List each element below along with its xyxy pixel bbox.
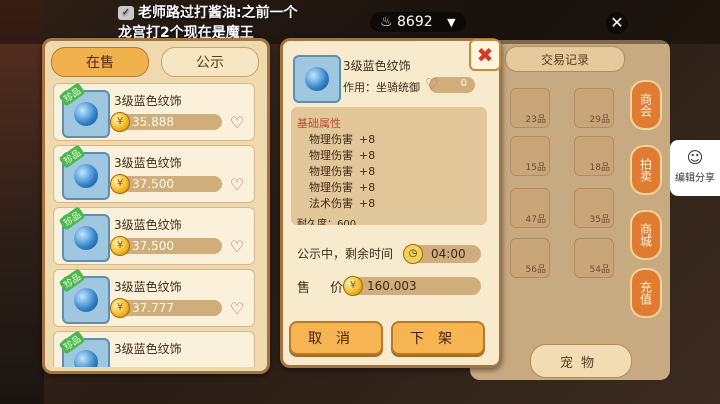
unlist-button[interactable]: 下架 bbox=[391, 321, 485, 355]
attribute-title: 基础属性 bbox=[297, 117, 341, 130]
blue-gem-icon bbox=[305, 67, 329, 91]
left-menu-strip bbox=[0, 0, 44, 404]
price-bar: ¥35.888 bbox=[110, 112, 222, 132]
item-icon: 珍品 bbox=[58, 144, 110, 200]
list-item[interactable]: 珍品 3级蓝色纹饰 ¥37.500 ♡ bbox=[53, 206, 255, 265]
list-item[interactable]: 珍品 3级蓝色纹饰 bbox=[53, 330, 255, 367]
favorite-count: 0 bbox=[460, 78, 467, 89]
side-tab-auction[interactable]: 拍卖 bbox=[630, 145, 662, 195]
attribute-line: 物理伤害 +8 bbox=[309, 133, 376, 146]
listing-items: 珍品 3级蓝色纹饰 ¥35.888 ♡ 珍品 3级蓝色纹饰 ¥37.500 ♡ … bbox=[53, 83, 259, 367]
blue-gem-icon bbox=[74, 350, 98, 367]
inventory-tile[interactable]: 18品 bbox=[574, 136, 614, 176]
attribute-line: 物理伤害 +8 bbox=[309, 149, 376, 162]
attribute-box: 基础属性 物理伤害 +8 物理伤害 +8 物理伤害 +8 物理伤害 +8 法术伤害 +8 … bbox=[291, 107, 487, 225]
item-icon: 珍品 bbox=[58, 206, 110, 262]
coin-icon: ¥ bbox=[110, 298, 130, 318]
detail-item-name: 3级蓝色纹饰 bbox=[343, 59, 411, 73]
favorite-counter[interactable]: ♡ 0 bbox=[425, 75, 475, 93]
inventory-tile[interactable]: 35品 bbox=[574, 188, 614, 228]
attribute-line: 物理伤害 +8 bbox=[309, 181, 376, 194]
edit-share-label: 编辑分享 bbox=[675, 173, 715, 184]
coin-icon: ¥ bbox=[110, 112, 130, 132]
heart-icon: ♡ bbox=[425, 75, 439, 93]
heart-icon[interactable]: ♡ bbox=[228, 300, 246, 318]
clock-icon: ◷ bbox=[403, 244, 423, 264]
side-tab-guild[interactable]: 商会 bbox=[630, 80, 662, 130]
sell-price-value: 160.003 bbox=[367, 279, 417, 293]
attribute-line: 物理伤害 +8 bbox=[309, 165, 376, 178]
timer-box: ◷ 04:00 bbox=[403, 244, 481, 264]
edit-share-button[interactable]: ☺ 编辑分享 bbox=[670, 140, 720, 196]
durability-text: 耐久度：600 bbox=[297, 219, 357, 225]
inventory-tile[interactable]: 56品 bbox=[510, 238, 550, 278]
fire-icon: ♨ bbox=[380, 14, 393, 30]
blue-gem-icon bbox=[74, 226, 98, 250]
comment-ticker: ✓ 老师路过打酱油:之前一个 龙宫打2个现在是魔王 bbox=[118, 3, 298, 43]
blue-gem-icon bbox=[74, 164, 98, 188]
item-detail-panel: 3级蓝色纹饰 作用：坐骑统御 ♡ 0 ✖ 基础属性 物理伤害 +8 物理伤害 +8 … bbox=[280, 38, 502, 368]
trade-record-tab[interactable]: 交易记录 bbox=[505, 46, 625, 72]
timer-value: 04:00 bbox=[431, 247, 466, 261]
tab-public[interactable]: 公示 bbox=[161, 47, 259, 77]
item-price: 35.888 bbox=[132, 115, 174, 129]
coin-icon: ¥ bbox=[343, 276, 363, 296]
detail-item-use: 作用：坐骑统御 bbox=[343, 81, 420, 94]
listing-tabs: 在售 公示 bbox=[51, 47, 261, 77]
heat-value: 8692 bbox=[397, 14, 433, 30]
list-item[interactable]: 珍品 3级蓝色纹饰 ¥37.500 ♡ bbox=[53, 144, 255, 203]
pet-button[interactable]: 宠物 bbox=[530, 344, 632, 378]
item-icon: 珍品 bbox=[58, 83, 110, 138]
chevron-down-icon: ▼ bbox=[447, 16, 456, 29]
blue-gem-icon bbox=[74, 102, 98, 126]
comment-badge-icon: ✓ bbox=[118, 6, 134, 20]
item-price: 37.500 bbox=[132, 177, 174, 191]
heart-icon[interactable]: ♡ bbox=[228, 238, 246, 256]
heart-icon[interactable]: ♡ bbox=[228, 114, 246, 132]
emoji-face-icon: ☺ bbox=[686, 148, 704, 167]
item-name: 3级蓝色纹饰 bbox=[114, 94, 182, 108]
side-tab-mall[interactable]: 商城 bbox=[630, 210, 662, 260]
item-price: 37.777 bbox=[132, 301, 174, 315]
coin-icon: ¥ bbox=[110, 236, 130, 256]
side-tab-recharge[interactable]: 充值 bbox=[630, 268, 662, 318]
item-icon: 珍品 bbox=[58, 330, 110, 367]
inventory-tile[interactable]: 47品 bbox=[510, 188, 550, 228]
inventory-tile[interactable]: 29品 bbox=[574, 88, 614, 128]
coin-icon: ¥ bbox=[110, 174, 130, 194]
item-name: 3级蓝色纹饰 bbox=[114, 218, 182, 232]
item-name: 3级蓝色纹饰 bbox=[114, 280, 182, 294]
list-item[interactable]: 珍品 3级蓝色纹饰 ¥35.888 ♡ bbox=[53, 83, 255, 141]
inventory-tile[interactable]: 54品 bbox=[574, 238, 614, 278]
price-bar: ¥37.500 bbox=[110, 236, 222, 256]
tab-on-sale[interactable]: 在售 bbox=[51, 47, 149, 77]
timer-label: 公示中，剩余时间 bbox=[297, 247, 394, 261]
detail-item-icon bbox=[293, 55, 341, 103]
price-bar: ¥37.500 bbox=[110, 174, 222, 194]
close-overlay-button[interactable]: ✕ bbox=[606, 12, 628, 34]
item-name: 3级蓝色纹饰 bbox=[114, 156, 182, 170]
ticker-line-1: 老师路过打酱油:之前一个 bbox=[138, 5, 298, 21]
attribute-line: 法术伤害 +8 bbox=[309, 197, 376, 210]
close-detail-button[interactable]: ✖ bbox=[469, 39, 501, 71]
price-bar: ¥37.777 bbox=[110, 298, 222, 318]
inventory-tile[interactable]: 15品 bbox=[510, 136, 550, 176]
listing-panel: 在售 公示 珍品 3级蓝色纹饰 ¥35.888 ♡ 珍品 3级蓝色纹饰 ¥37.… bbox=[42, 38, 270, 374]
heart-icon[interactable]: ♡ bbox=[228, 176, 246, 194]
cancel-button[interactable]: 取消 bbox=[289, 321, 383, 355]
blue-gem-icon bbox=[74, 288, 98, 312]
item-icon: 珍品 bbox=[58, 268, 110, 324]
inventory-tile[interactable]: 23品 bbox=[510, 88, 550, 128]
sell-price-box: ¥ 160.003 bbox=[343, 276, 481, 296]
list-item[interactable]: 珍品 3级蓝色纹饰 ¥37.777 ♡ bbox=[53, 268, 255, 327]
item-name: 3级蓝色纹饰 bbox=[114, 342, 182, 356]
heat-counter[interactable]: ♨ 8692 ▼ bbox=[370, 12, 466, 32]
item-price: 37.500 bbox=[132, 239, 174, 253]
